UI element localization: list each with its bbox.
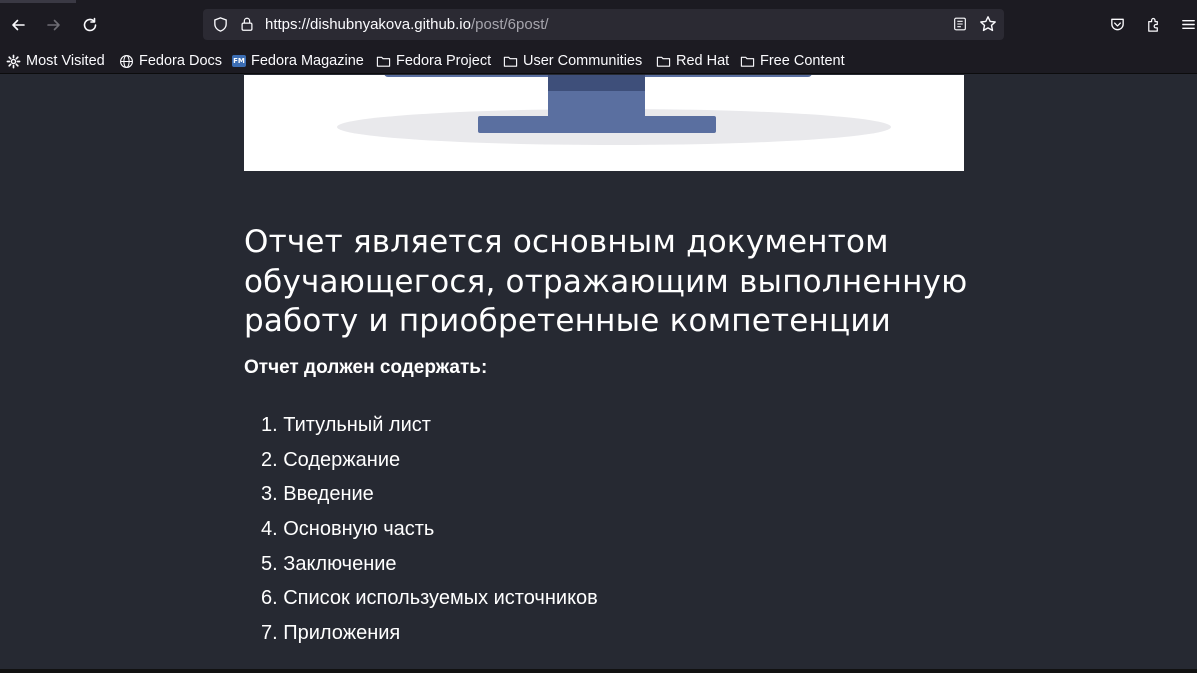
browser-toolbar: https://dishubnyakova.github.io/post/6po…	[0, 0, 1197, 48]
bookmark-fedora-magazine[interactable]: FM Fedora Magazine	[232, 51, 364, 71]
list-item: 6. Список используемых источников	[261, 587, 598, 610]
bookmark-label: Free Content	[760, 53, 845, 69]
bookmark-folder-user-communities[interactable]: User Communities	[503, 51, 642, 71]
bookmark-fedora-docs[interactable]: Fedora Docs	[119, 51, 222, 71]
reload-icon	[83, 17, 97, 32]
back-button[interactable]	[4, 11, 32, 39]
fedora-magazine-favicon: FM	[232, 55, 246, 67]
report-contents-list: 1. Титульный лист 2. Содержание 3. Введе…	[261, 408, 598, 651]
url-path: /post/6post/	[470, 16, 549, 33]
list-item: 4. Основную часть	[261, 518, 435, 541]
url-host: https://dishubnyakova.github.io	[265, 16, 471, 33]
globe-icon	[120, 54, 133, 68]
list-item: 5. Заключение	[261, 552, 397, 575]
bookmark-label: Most Visited	[26, 53, 105, 69]
list-item: 3. Введение	[261, 483, 374, 506]
list-item: 1. Титульный лист	[261, 414, 431, 436]
window-bottom-edge	[0, 669, 1197, 673]
pocket-icon[interactable]	[1107, 14, 1127, 34]
monitor-illustration	[337, 75, 891, 145]
forward-button[interactable]	[40, 11, 68, 39]
list-item: 7. Приложения	[261, 622, 401, 645]
reader-view-icon[interactable]	[951, 15, 969, 33]
folder-icon	[740, 56, 755, 67]
article-heading: Отчет является основным документом обуча…	[244, 224, 968, 339]
folder-icon	[376, 56, 391, 67]
folder-icon	[503, 56, 518, 67]
hero-illustration	[244, 75, 964, 171]
shield-icon[interactable]	[211, 15, 229, 33]
extensions-icon[interactable]	[1143, 14, 1163, 34]
bookmarks-toolbar: Most Visited Fedora Docs FM Fedora Magaz…	[0, 48, 1197, 74]
bookmark-folder-red-hat[interactable]: Red Hat	[656, 51, 729, 71]
bookmark-most-visited[interactable]: Most Visited	[6, 51, 105, 71]
bookmark-folder-free-content[interactable]: Free Content	[740, 51, 845, 71]
reload-button[interactable]	[76, 11, 104, 39]
list-item: 2. Содержание	[261, 448, 401, 471]
bookmark-label: Fedora Project	[396, 53, 492, 69]
page-content: Отчет является основным документом обуча…	[0, 75, 1197, 673]
bookmark-label: Fedora Magazine	[251, 53, 364, 69]
bookmark-label: Fedora Docs	[139, 53, 223, 69]
bookmark-label: User Communities	[523, 53, 643, 69]
url-text[interactable]: https://dishubnyakova.github.io/post/6po…	[265, 16, 549, 33]
gear-icon	[6, 54, 21, 68]
url-bar[interactable]: https://dishubnyakova.github.io/post/6po…	[203, 9, 1004, 40]
back-arrow-icon	[12, 19, 25, 31]
bookmark-folder-fedora-project[interactable]: Fedora Project	[376, 51, 491, 71]
bookmark-star-icon[interactable]	[979, 15, 997, 33]
menu-icon[interactable]	[1178, 14, 1197, 34]
article-subheading: Отчет должен содержать:	[244, 357, 488, 378]
bookmark-label: Red Hat	[676, 53, 730, 69]
folder-icon	[656, 56, 671, 67]
forward-arrow-icon	[47, 19, 60, 31]
tab-strip-edge	[0, 0, 76, 3]
lock-icon[interactable]	[238, 15, 256, 33]
